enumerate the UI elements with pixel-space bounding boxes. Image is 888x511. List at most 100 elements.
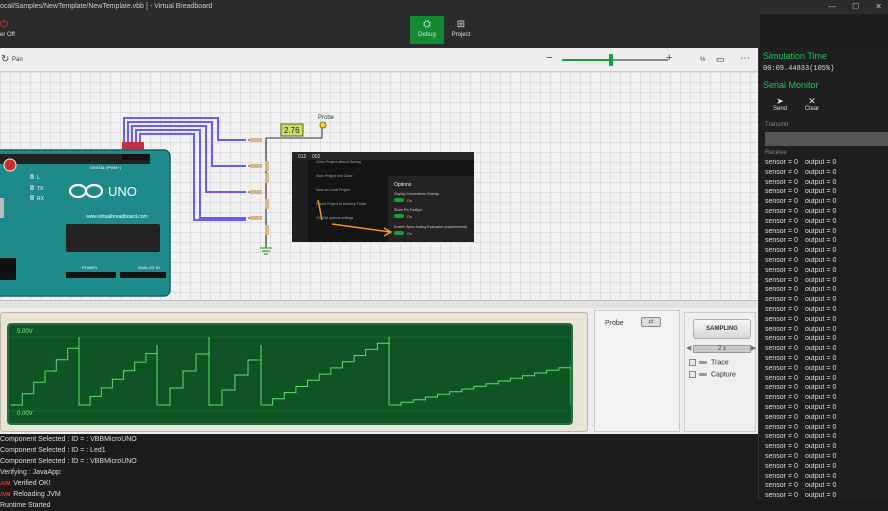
output-log: Component Selected : ID = : VBBMicroUNO … xyxy=(0,434,758,509)
options-popup[interactable]: 012 002 Clone Project without Saving Sav… xyxy=(292,152,474,242)
capture-checkbox-box[interactable] xyxy=(689,371,696,378)
serial-output-text: output = 0 xyxy=(805,443,837,451)
probe-toggle-icon[interactable]: ⇄ xyxy=(641,317,661,327)
bug-icon: ⛭ xyxy=(423,19,431,30)
power-off-button[interactable]: ⏻ er Off xyxy=(0,16,24,44)
serial-sensor-text: sensor = 0 xyxy=(765,178,798,186)
maximize-button[interactable]: ☐ xyxy=(852,0,859,14)
zoom-slider[interactable] xyxy=(562,54,668,66)
jvm-tag: JVM xyxy=(0,481,11,487)
jvm-tag: JVM xyxy=(0,492,11,498)
sampling-panel: SAMPLING ◀ 2 s ▶ Trace Capture xyxy=(684,312,756,432)
arduino-uno-board[interactable]: L TX RX UNO www.virtualbreadboard.com PO… xyxy=(0,149,171,297)
serial-row: sensor = 0 output = 0 xyxy=(765,276,888,286)
serial-output-text: output = 0 xyxy=(805,296,837,304)
close-button[interactable]: ✕ xyxy=(875,0,882,14)
serial-sensor-text: sensor = 0 xyxy=(765,286,798,294)
serial-sensor-text: sensor = 0 xyxy=(765,198,798,206)
serial-sensor-text: sensor = 0 xyxy=(765,354,798,362)
fit-view-icon[interactable]: ▭ xyxy=(716,54,725,65)
window-controls: — ☐ ✕ xyxy=(828,0,882,14)
serial-row: sensor = 0 output = 0 xyxy=(765,285,888,295)
serial-output-text: output = 0 xyxy=(805,266,837,274)
serial-sensor-text: sensor = 0 xyxy=(765,462,798,470)
serial-row: sensor = 0 output = 0 xyxy=(765,256,888,266)
canvas-toolbar: ↻ Pan − + % ▭ ⋯ xyxy=(0,48,758,72)
sampling-rate: 2 s xyxy=(693,345,751,353)
serial-row: sensor = 0 output = 0 xyxy=(765,462,888,472)
log-line: Component Selected : ID = : Led1 xyxy=(0,445,106,456)
serial-output-text: output = 0 xyxy=(805,452,837,460)
clear-button[interactable]: ✕ Clear xyxy=(799,96,825,112)
send-label: Send xyxy=(772,106,787,112)
serial-row: sensor = 0 output = 0 xyxy=(765,354,888,364)
sampling-button[interactable]: SAMPLING xyxy=(693,319,751,339)
rate-decrease-icon[interactable]: ◀ xyxy=(686,344,691,352)
digital-header-label: DIGITAL (PWM~) xyxy=(90,165,122,170)
pan-icon[interactable]: ↻ xyxy=(1,54,9,65)
serial-sensor-text: sensor = 0 xyxy=(765,188,798,196)
probe-panel: Probe ⇄ xyxy=(594,310,680,432)
trace-checkbox-box[interactable] xyxy=(689,359,696,366)
serial-output-text: output = 0 xyxy=(805,168,837,176)
serial-output-text: output = 0 xyxy=(805,217,837,225)
serial-output-text: output = 0 xyxy=(805,403,837,411)
serial-row: sensor = 0 output = 0 xyxy=(765,452,888,462)
log-text: Verifying : JavaApp: xyxy=(0,469,62,476)
option-0-toggle[interactable] xyxy=(394,198,404,202)
scope-bottom-voltage: 0.00V xyxy=(17,411,33,417)
serial-sensor-text: sensor = 0 xyxy=(765,374,798,382)
meter-value: 2.76 xyxy=(284,126,300,135)
bottom-panel: 5.00V 0.00V Probe ⇄ SAMPLING ◀ 2 s ▶ Tra… xyxy=(0,308,758,434)
panel-splitter[interactable] xyxy=(0,300,758,308)
option-2-toggle[interactable] xyxy=(394,231,404,235)
project-button[interactable]: ⊞ Project xyxy=(444,16,478,44)
project-label: Project xyxy=(451,32,471,38)
serial-row: sensor = 0 output = 0 xyxy=(765,334,888,344)
scope-trace-svg xyxy=(9,336,571,412)
serial-row: sensor = 0 output = 0 xyxy=(765,383,888,393)
zoom-out-button[interactable]: − xyxy=(546,52,552,64)
serial-receive-list[interactable]: sensor = 0 output = 0 sensor = 0 output = 0… xyxy=(765,158,888,500)
debug-button[interactable]: ⛭ Debug xyxy=(410,16,444,44)
serial-row: sensor = 0 output = 0 xyxy=(765,344,888,354)
serial-output-text: output = 0 xyxy=(805,482,837,490)
serial-output-text: output = 0 xyxy=(805,492,837,500)
popup-menu-3[interactable]: Export Project to Desktop Folder xyxy=(316,202,367,206)
circuit-canvas[interactable]: L TX RX UNO www.virtualbreadboard.com PO… xyxy=(0,72,758,300)
serial-output-text: output = 0 xyxy=(805,394,837,402)
log-line: Component Selected : ID = : VBBMicroUNO xyxy=(0,434,137,445)
probe[interactable]: Probe xyxy=(318,115,335,129)
receive-label: Receive xyxy=(765,150,787,156)
zoom-slider-fill xyxy=(562,59,611,61)
serial-row: sensor = 0 output = 0 xyxy=(765,266,888,276)
trace-checkbox[interactable]: Trace xyxy=(689,359,729,366)
grid-icon: ⊞ xyxy=(456,19,466,30)
popup-menu-0[interactable]: Clone Project without Saving xyxy=(316,160,361,164)
transmit-input[interactable] xyxy=(765,132,888,146)
serial-output-text: output = 0 xyxy=(805,207,837,215)
rate-increase-icon[interactable]: ▶ xyxy=(751,344,756,352)
capture-checkbox[interactable]: Capture xyxy=(689,371,736,378)
voltmeter[interactable]: 2.76 xyxy=(280,123,304,137)
log-text: Verified OK! xyxy=(13,480,51,487)
option-1-toggle[interactable] xyxy=(394,214,404,218)
serial-sensor-text: sensor = 0 xyxy=(765,394,798,402)
serial-output-text: output = 0 xyxy=(805,325,837,333)
serial-output-text: output = 0 xyxy=(805,256,837,264)
capture-swatch xyxy=(699,373,707,376)
popup-menu-2[interactable]: Save As Local Project xyxy=(316,188,350,192)
popup-menu-1[interactable]: Save Project and Close xyxy=(316,174,353,178)
serial-sensor-text: sensor = 0 xyxy=(765,413,798,421)
zoom-in-button[interactable]: + xyxy=(666,52,672,64)
more-icon[interactable]: ⋯ xyxy=(740,53,750,64)
simulation-time-title: Simulation Time xyxy=(763,51,828,61)
log-line: JVM Reloading JVM xyxy=(0,489,61,500)
serial-row: sensor = 0 output = 0 xyxy=(765,432,888,442)
pan-label[interactable]: Pan xyxy=(12,57,23,63)
serial-row: sensor = 0 output = 0 xyxy=(765,217,888,227)
trace-swatch xyxy=(699,361,707,364)
zoom-slider-thumb[interactable] xyxy=(608,54,613,66)
minimize-button[interactable]: — xyxy=(828,0,836,14)
send-button[interactable]: ➤ Send xyxy=(767,96,793,112)
